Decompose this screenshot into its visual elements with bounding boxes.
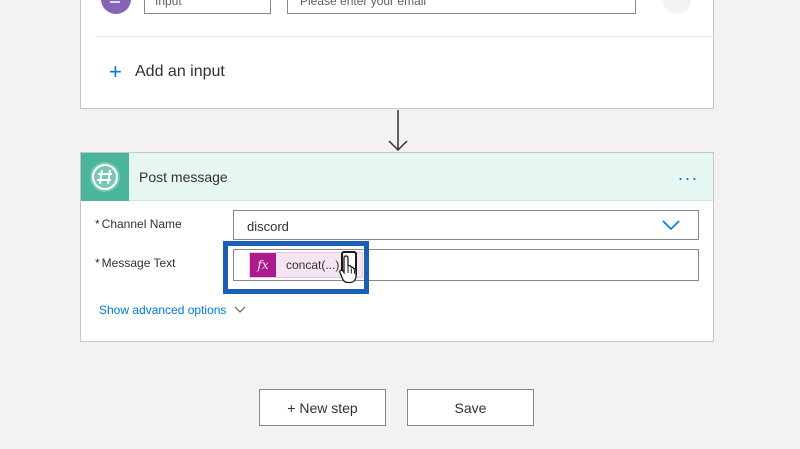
trigger-input-row: Input Please enter your email [81, 0, 713, 14]
trigger-card: Input Please enter your email + Add an i… [80, 0, 715, 109]
new-step-button[interactable]: + New step [259, 389, 386, 426]
plus-icon: + [109, 59, 122, 84]
channel-name-label: * Channel Name [95, 217, 182, 231]
required-mark: * [95, 217, 100, 231]
channel-name-dropdown[interactable]: discord [233, 210, 699, 240]
channel-name-label-text: Channel Name [101, 217, 182, 231]
action-title: Post message [139, 169, 228, 185]
arrow-down-icon [388, 110, 408, 152]
message-text-label: * Message Text [95, 256, 176, 270]
channel-name-value: discord [247, 219, 289, 234]
show-advanced-options-label: Show advanced options [99, 303, 227, 317]
save-button[interactable]: Save [407, 389, 534, 426]
hand-cursor-icon [339, 255, 357, 284]
add-input-button[interactable]: + Add an input [109, 60, 225, 84]
post-message-action-card: Post message ... * Channel Name discord *… [80, 152, 714, 342]
slack-hash-icon [81, 153, 129, 201]
show-advanced-options-link[interactable]: Show advanced options [99, 303, 246, 317]
more-options-icon[interactable]: ... [678, 165, 699, 183]
chevron-down-icon [662, 220, 680, 230]
message-text-label-text: Message Text [101, 256, 176, 270]
remove-input-button[interactable] [663, 0, 691, 14]
text-input-icon [101, 0, 131, 14]
chevron-down-icon [235, 306, 246, 313]
input-description-field[interactable]: Please enter your email [287, 0, 636, 14]
action-header[interactable]: Post message ... [81, 153, 713, 201]
add-input-label: Add an input [135, 63, 225, 80]
required-mark: * [95, 256, 100, 270]
divider [95, 36, 715, 37]
flow-designer-canvas: Input Please enter your email + Add an i… [0, 0, 800, 449]
input-type-field[interactable]: Input [144, 0, 271, 14]
